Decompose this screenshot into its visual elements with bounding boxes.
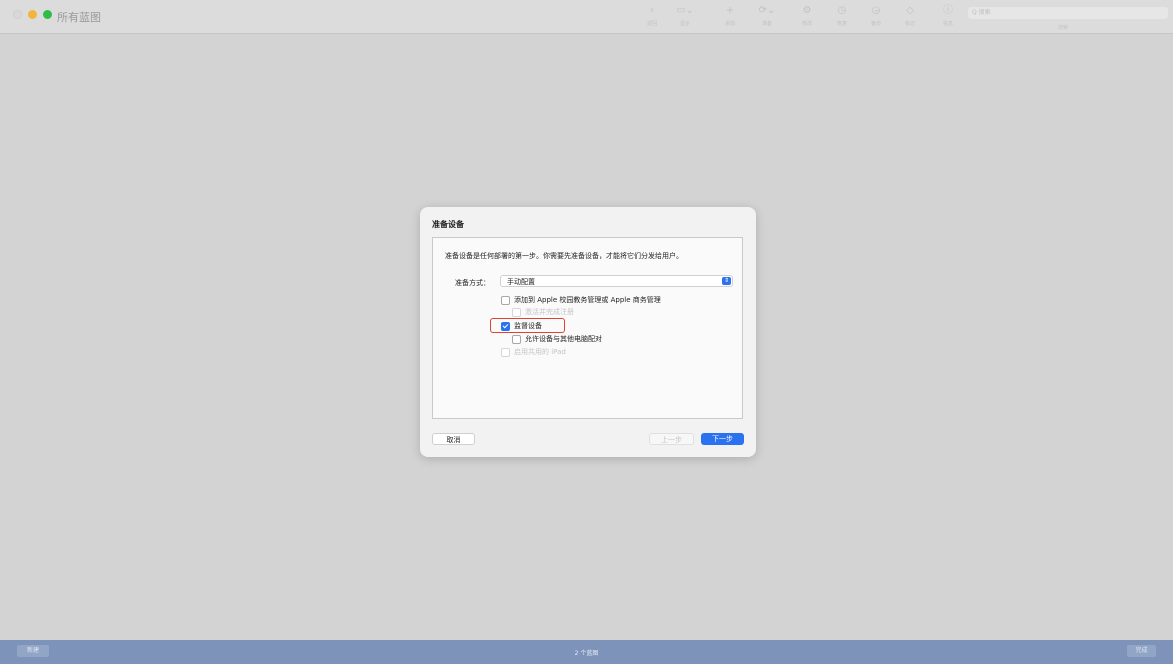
toolbar-backup-label: 备份 bbox=[870, 21, 881, 27]
dialog-content-panel: 准备设备是任何部署的第一步。你需要先准备设备，才能将它们分发给用户。 准备方式：… bbox=[432, 237, 743, 419]
toolbar-backup-button[interactable]: ◶ 备份 bbox=[861, 4, 891, 27]
prepare-method-value: 手动配置 bbox=[507, 278, 535, 286]
toolbar-display-button[interactable]: ▭⌄ 显示 bbox=[670, 4, 700, 27]
toolbar-modify-button[interactable]: ⚙ 修改 bbox=[792, 4, 822, 27]
activate-register-option: 激活并完成注册 bbox=[512, 307, 574, 317]
next-button[interactable]: 下一步 bbox=[701, 433, 744, 445]
toolbar-info-label: 信息 bbox=[942, 21, 953, 27]
toolbar-add-button[interactable]: + 添加 bbox=[715, 4, 745, 27]
allow-pair-option[interactable]: 允许设备与其他电脑配对 bbox=[512, 334, 602, 344]
display-icon: ▭⌄ bbox=[676, 5, 694, 16]
activate-register-label: 激活并完成注册 bbox=[525, 308, 574, 316]
activate-register-checkbox bbox=[512, 307, 521, 317]
maximize-button[interactable] bbox=[43, 10, 52, 19]
toolbar-display-label: 显示 bbox=[679, 21, 690, 27]
supervise-highlight-box bbox=[490, 318, 565, 333]
dialog-title: 准备设备 bbox=[432, 220, 464, 229]
done-button[interactable]: 完成 bbox=[1127, 645, 1156, 657]
info-icon: ⓘ bbox=[943, 5, 953, 16]
previous-button: 上一步 bbox=[649, 433, 694, 445]
toolbar-prepare-label: 准备 bbox=[761, 21, 772, 27]
toolbar-back-label: 返回 bbox=[646, 21, 657, 27]
blueprint-count: 2 个蓝图 bbox=[574, 650, 599, 657]
prepare-devices-dialog: 准备设备 准备设备是任何部署的第一步。你需要先准备设备，才能将它们分发给用户。 … bbox=[420, 207, 756, 457]
restore-icon: ◷ bbox=[837, 5, 847, 16]
toolbar-restore-button[interactable]: ◷ 恢复 bbox=[827, 4, 857, 27]
toolbar-prepare-button[interactable]: ⟳⌄ 准备 bbox=[752, 4, 782, 27]
back-chevron-icon: ‹ bbox=[650, 5, 654, 16]
toolbar-tag-label: 标记 bbox=[904, 21, 915, 27]
bottom-bar: 新建 2 个蓝图 完成 bbox=[0, 640, 1173, 664]
add-to-abm-option[interactable]: 添加到 Apple 校园教务管理或 Apple 商务管理 bbox=[501, 295, 661, 305]
backup-icon: ◶ bbox=[871, 5, 881, 16]
search-label: 搜索 bbox=[1058, 25, 1069, 31]
tag-icon: ◇ bbox=[906, 5, 914, 16]
toolbar-restore-label: 恢复 bbox=[836, 21, 847, 27]
toolbar-modify-label: 修改 bbox=[801, 21, 812, 27]
prepare-icon: ⟳⌄ bbox=[758, 5, 776, 16]
search-input[interactable]: Q 搜索 bbox=[968, 7, 1168, 19]
close-button[interactable] bbox=[13, 10, 22, 19]
shared-ipad-option: 启用共用的 iPad bbox=[501, 347, 566, 357]
window-controls bbox=[13, 10, 52, 19]
cancel-button[interactable]: 取消 bbox=[432, 433, 475, 445]
shared-ipad-label: 启用共用的 iPad bbox=[514, 348, 566, 356]
add-to-abm-label: 添加到 Apple 校园教务管理或 Apple 商务管理 bbox=[514, 296, 661, 304]
add-to-abm-checkbox[interactable] bbox=[501, 295, 510, 305]
toolbar-add-label: 添加 bbox=[724, 21, 735, 27]
window-title: 所有蓝图 bbox=[57, 11, 101, 24]
prepare-method-select[interactable]: 手动配置 ⇕ bbox=[500, 275, 733, 287]
allow-pair-checkbox[interactable] bbox=[512, 334, 521, 344]
minimize-button[interactable] bbox=[28, 10, 37, 19]
window-toolbar: 所有蓝图 ‹ 返回 ▭⌄ 显示 + 添加 ⟳⌄ 准备 ⚙ 修改 ◷ 恢复 ◶ 备… bbox=[0, 0, 1173, 34]
allow-pair-label: 允许设备与其他电脑配对 bbox=[525, 335, 602, 343]
dialog-description: 准备设备是任何部署的第一步。你需要先准备设备，才能将它们分发给用户。 bbox=[445, 252, 683, 260]
toolbar-tag-button[interactable]: ◇ 标记 bbox=[895, 4, 925, 27]
gear-icon: ⚙ bbox=[802, 5, 812, 16]
select-updown-icon: ⇕ bbox=[722, 277, 731, 285]
toolbar-info-button[interactable]: ⓘ 信息 bbox=[933, 4, 963, 27]
shared-ipad-checkbox bbox=[501, 347, 510, 357]
prepare-method-label: 准备方式： bbox=[455, 279, 490, 287]
plus-icon: + bbox=[725, 5, 735, 16]
toolbar-back-button[interactable]: ‹ 返回 bbox=[637, 4, 667, 27]
